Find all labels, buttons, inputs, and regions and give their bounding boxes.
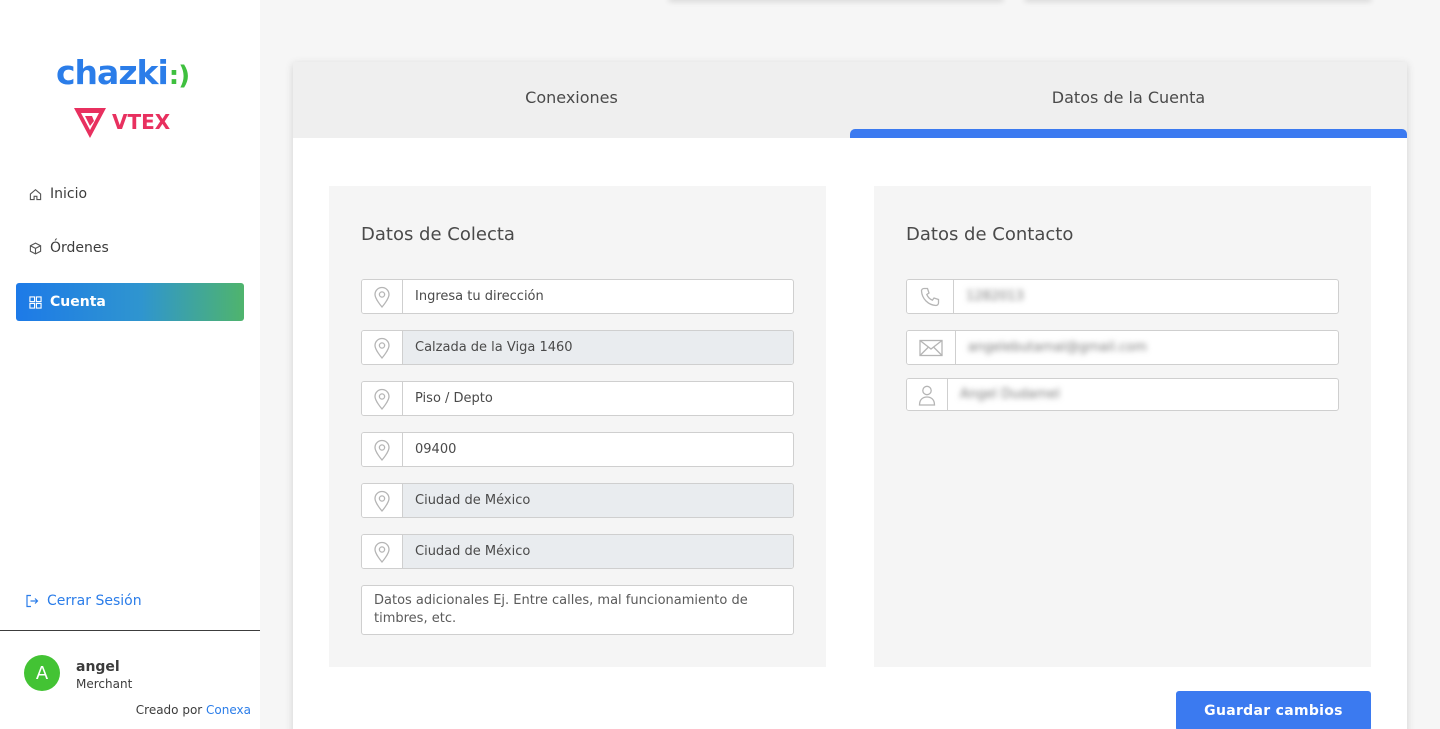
vtex-logo-text: VTEX bbox=[112, 110, 171, 134]
city-field: Ciudad de México bbox=[361, 483, 794, 518]
logout-icon bbox=[26, 594, 39, 608]
chazki-logo-text: chazki bbox=[56, 53, 169, 92]
collect-panel: Datos de Colecta Ingresa tu dirección Ca… bbox=[329, 186, 826, 667]
state-field: Ciudad de México bbox=[361, 534, 794, 569]
save-button[interactable]: Guardar cambios bbox=[1176, 691, 1371, 729]
logout-label: Cerrar Sesión bbox=[47, 593, 142, 609]
vtex-mark-icon bbox=[74, 108, 106, 138]
name-input[interactable]: Angel Dudamel bbox=[948, 379, 1338, 410]
street-field: Calzada de la Viga 1460 bbox=[361, 330, 794, 365]
credit-line: Creado por Conexa bbox=[136, 703, 251, 717]
notes-textarea[interactable]: Datos adicionales Ej. Entre calles, mal … bbox=[361, 585, 794, 635]
location-pin-icon bbox=[362, 535, 403, 568]
postal-code-field[interactable]: 09400 bbox=[361, 432, 794, 467]
logout-link[interactable]: Cerrar Sesión bbox=[25, 593, 142, 609]
tab-bar: Conexiones Datos de la Cuenta bbox=[293, 62, 1407, 138]
user-role: Merchant bbox=[76, 677, 133, 691]
location-pin-icon bbox=[362, 382, 403, 415]
sidebar-divider bbox=[0, 630, 260, 631]
location-pin-icon bbox=[362, 484, 403, 517]
floor-input[interactable]: Piso / Depto bbox=[403, 382, 793, 415]
collect-title: Datos de Colecta bbox=[361, 224, 515, 245]
box-icon bbox=[28, 241, 42, 255]
sidebar-item-cuenta[interactable]: Cuenta bbox=[16, 283, 244, 321]
sidebar-item-label: Cuenta bbox=[50, 294, 106, 310]
chazki-logo-signal: :) bbox=[168, 61, 190, 91]
location-pin-icon bbox=[362, 433, 403, 466]
contact-panel: Datos de Contacto 1282013 angelebutamal@… bbox=[874, 186, 1371, 667]
phone-field[interactable]: 1282013 bbox=[906, 279, 1339, 314]
sidebar: chazki:) VTEX Inicio Órdenes Cuenta Cerr… bbox=[0, 0, 260, 729]
home-icon bbox=[28, 187, 42, 201]
city-input: Ciudad de México bbox=[403, 484, 793, 517]
phone-value: 1282013 bbox=[966, 289, 1024, 304]
state-input: Ciudad de México bbox=[403, 535, 793, 568]
credit-brand-link[interactable]: Conexa bbox=[206, 703, 251, 717]
grid-icon bbox=[28, 295, 42, 309]
sidebar-nav: Inicio Órdenes Cuenta bbox=[16, 175, 244, 337]
vtex-logo: VTEX bbox=[72, 104, 170, 140]
contact-title: Datos de Contacto bbox=[906, 224, 1074, 245]
location-pin-icon bbox=[362, 280, 403, 313]
street-input: Calzada de la Viga 1460 bbox=[403, 331, 793, 364]
user-icon bbox=[907, 379, 948, 410]
name-value: Angel Dudamel bbox=[960, 387, 1060, 402]
email-value: angelebutamal@gmail.com bbox=[968, 340, 1147, 355]
location-pin-icon bbox=[362, 331, 403, 364]
postal-code-input[interactable]: 09400 bbox=[403, 433, 793, 466]
tab-datos-cuenta[interactable]: Datos de la Cuenta bbox=[850, 62, 1407, 138]
sidebar-item-inicio[interactable]: Inicio bbox=[16, 175, 244, 213]
sidebar-item-label: Órdenes bbox=[50, 240, 109, 256]
user-name: angel bbox=[76, 659, 120, 675]
sidebar-item-label: Inicio bbox=[50, 186, 88, 202]
sidebar-item-ordenes[interactable]: Órdenes bbox=[16, 229, 244, 267]
email-field[interactable]: angelebutamal@gmail.com bbox=[906, 330, 1339, 365]
envelope-icon bbox=[907, 331, 956, 364]
credit-prefix: Creado por bbox=[135, 703, 203, 717]
account-card: Conexiones Datos de la Cuenta Datos de C… bbox=[293, 62, 1407, 729]
avatar: A bbox=[24, 655, 60, 691]
address-field[interactable]: Ingresa tu dirección bbox=[361, 279, 794, 314]
floor-field[interactable]: Piso / Depto bbox=[361, 381, 794, 416]
name-field[interactable]: Angel Dudamel bbox=[906, 378, 1339, 411]
address-input[interactable]: Ingresa tu dirección bbox=[403, 280, 793, 313]
email-input[interactable]: angelebutamal@gmail.com bbox=[956, 331, 1338, 364]
phone-input[interactable]: 1282013 bbox=[954, 280, 1338, 313]
chazki-logo: chazki:) bbox=[56, 53, 190, 92]
active-tab-indicator bbox=[850, 129, 1407, 138]
tab-conexiones[interactable]: Conexiones bbox=[293, 62, 850, 138]
phone-icon bbox=[907, 280, 954, 313]
